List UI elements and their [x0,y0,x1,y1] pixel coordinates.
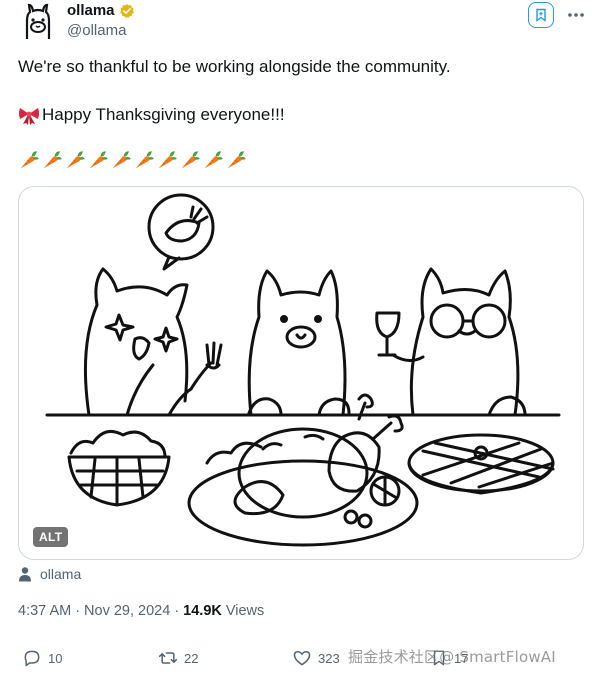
reply-button[interactable]: 10 [22,648,62,668]
like-button[interactable]: 323 [292,648,340,668]
credit-name: ollama [40,566,82,582]
reply-icon [24,650,40,667]
greeting-text: Happy Thanksgiving everyone!!! [42,105,285,124]
reply-count: 10 [48,650,63,666]
heart-icon [293,651,311,666]
tweet-text-line-1: We're so thankful to be working alongsid… [18,57,451,76]
tweet-header: ollama @ollama [18,0,588,48]
person-icon [19,567,31,582]
more-button[interactable] [566,5,586,25]
watermark-text: 掘金技术社区@ SmartFlowAI [348,648,556,666]
meta-separator: · [75,603,81,619]
alt-badge[interactable]: ALT [33,527,69,547]
carrot-emoji-icon [158,151,177,169]
carrot-emoji-icon [20,151,39,169]
ribbon-emoji-icon [19,108,39,125]
carrot-emoji-icon [66,151,85,169]
like-count: 323 [318,650,340,666]
tweet-image[interactable]: ALT [18,186,584,560]
image-credit[interactable]: ollama [18,566,81,582]
grok-icon [536,8,546,22]
repost-count: 22 [184,650,199,666]
llama-logo-icon [25,3,51,39]
carrot-emoji-icon [89,151,108,169]
tweet-time[interactable]: 4:37 AM [18,603,71,619]
carrot-emoji-icon [112,151,131,169]
more-dots-icon [568,13,584,17]
carrot-emoji-icon [204,151,223,169]
tweet-meta: 4:37 AM · Nov 29, 2024 · 14.9K Views [18,603,264,619]
avatar[interactable] [18,3,58,43]
tweet-date[interactable]: Nov 29, 2024 [84,603,170,619]
carrot-emoji-icon [181,151,200,169]
views-label: Views [225,603,265,619]
thanksgiving-llamas-illustration [45,193,561,547]
meta-separator-2: · [174,603,180,619]
carrot-emoji-icon [43,151,62,169]
carrot-emoji-icon [227,151,246,169]
verified-gold-icon [119,3,134,18]
carrot-emoji-icon [135,151,154,169]
views-count: 14.9K [183,603,222,619]
repost-icon [158,652,178,664]
handle[interactable]: @ollama [67,22,126,39]
tweet-text-line-2: Happy Thanksgiving everyone!!! [18,104,578,126]
repost-button[interactable]: 22 [158,648,198,668]
grok-button[interactable] [528,2,554,28]
carrot-row [18,150,246,171]
display-name[interactable]: ollama [67,2,115,19]
